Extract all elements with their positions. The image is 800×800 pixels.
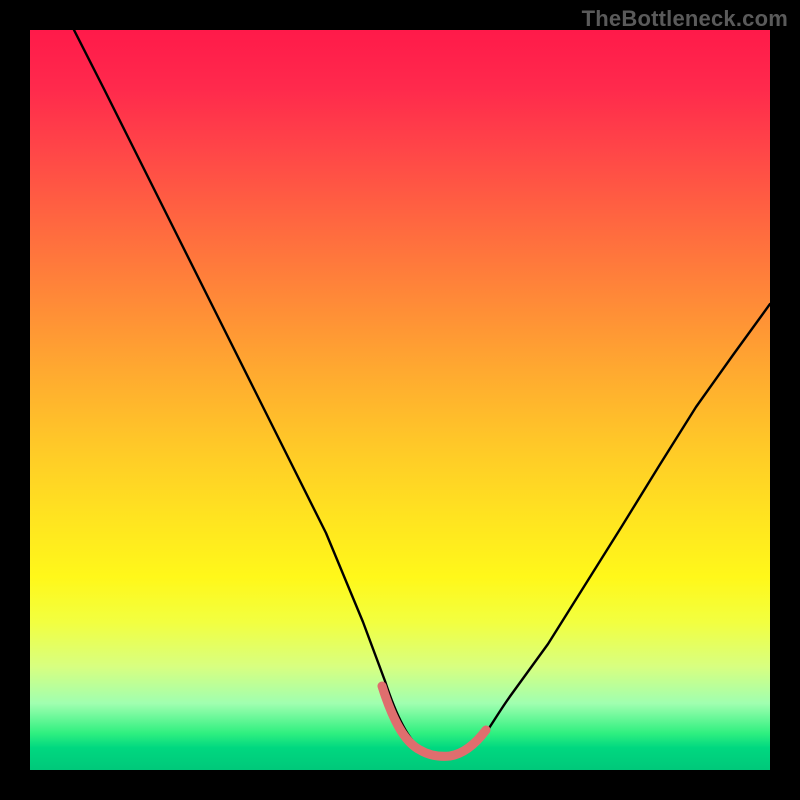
chart-frame: TheBottleneck.com (0, 0, 800, 800)
curve-main (74, 30, 770, 757)
curve-floor-highlight (382, 686, 486, 756)
watermark-text: TheBottleneck.com (582, 6, 788, 32)
curve-layer (30, 30, 770, 770)
plot-area (30, 30, 770, 770)
